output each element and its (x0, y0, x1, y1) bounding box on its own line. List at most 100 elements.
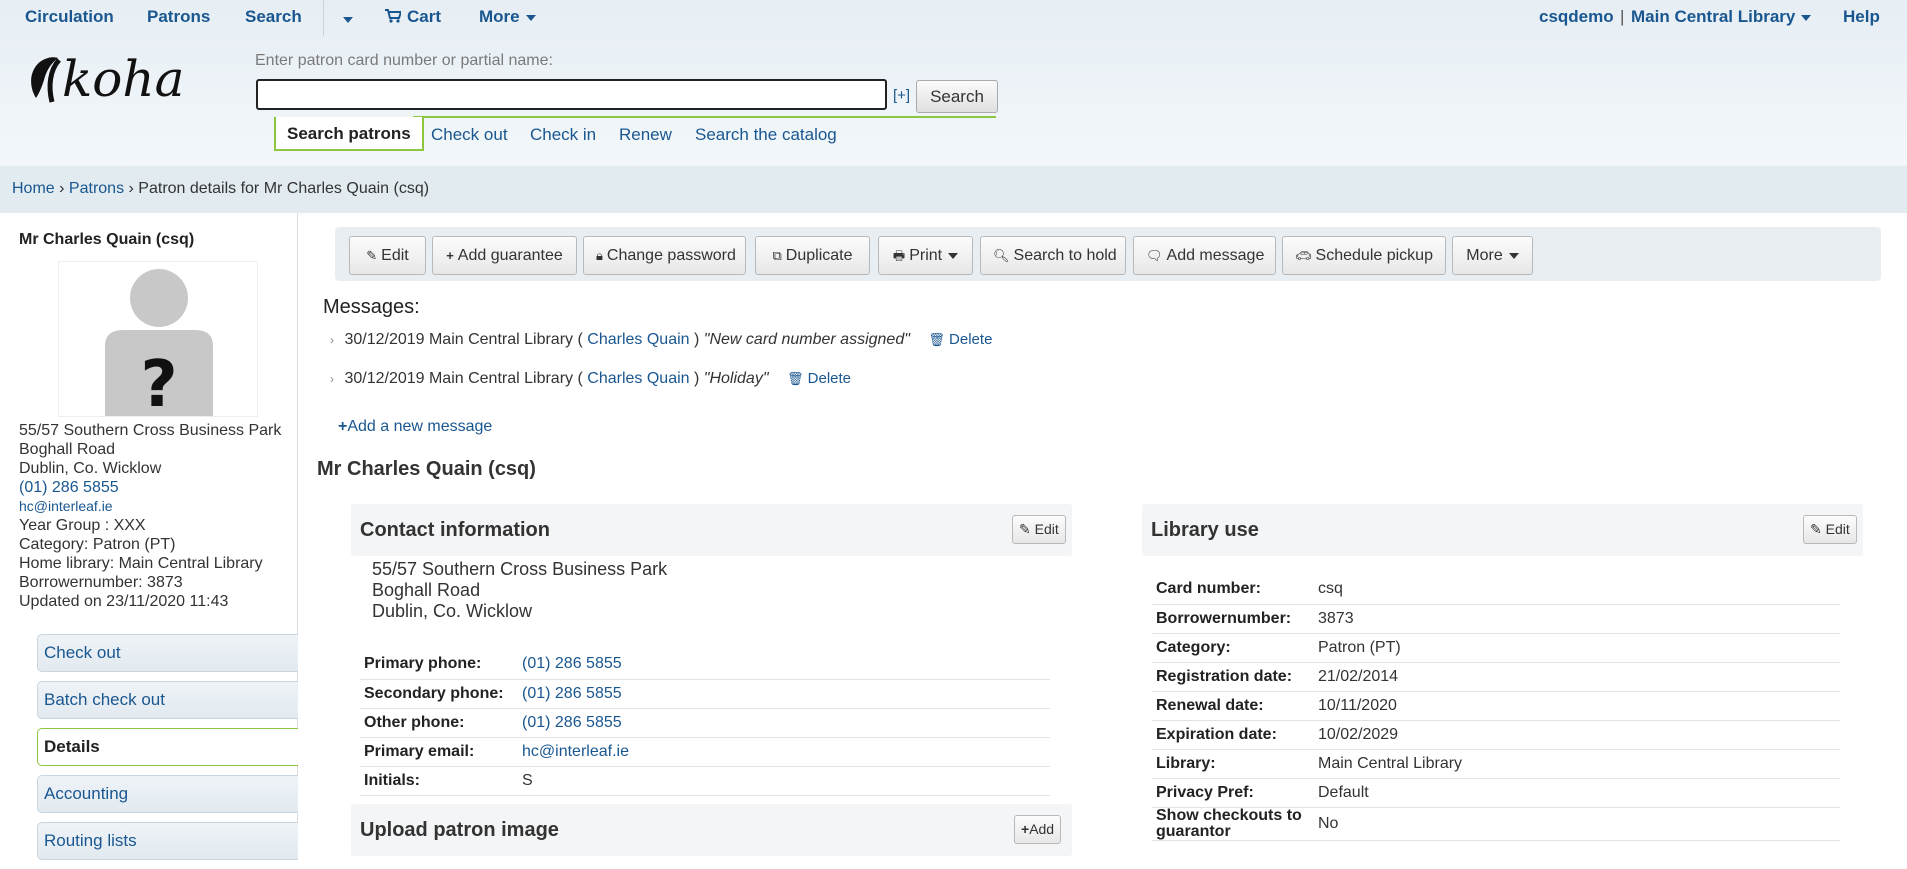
nav-circulation[interactable]: Circulation (25, 7, 114, 27)
duplicate-button[interactable]: ⧉ Duplicate (755, 236, 870, 275)
nav-patrons[interactable]: Patrons (147, 7, 210, 27)
add-guarantee-button[interactable]: + Add guarantee (432, 236, 577, 275)
change-password-button[interactable]: 🔒︎ Change password (583, 236, 746, 275)
nav-user[interactable]: csqdemo (1539, 7, 1614, 27)
messages-title: Messages: (323, 296, 420, 318)
table-row: Renewal date: 10/11/2020 (1152, 691, 1840, 721)
nav-cart[interactable]: Cart (385, 7, 441, 27)
pencil-icon: ✎ (1810, 521, 1822, 537)
print-button[interactable]: 🖶︎ Print (878, 236, 973, 275)
patron-search-input[interactable] (256, 79, 887, 110)
edit-contact-button[interactable]: ✎ Edit (1012, 515, 1066, 544)
tab-search-patrons[interactable]: Search patrons (274, 117, 424, 151)
sidemenu-details[interactable]: Details (37, 728, 298, 766)
sidemenu-routing-lists[interactable]: Routing lists (37, 822, 298, 860)
avatar[interactable]: ? (58, 261, 258, 417)
chevron-down-icon (1508, 252, 1519, 259)
nav-library[interactable]: Main Central Library (1631, 7, 1812, 27)
breadcrumb-home[interactable]: Home (12, 180, 55, 197)
edit-button[interactable]: ✎ Edit (349, 236, 426, 275)
contact-address-line: 55/57 Southern Cross Business Park (372, 559, 668, 579)
sidebar-updated: Updated on 23/11/2020 11:43 (19, 593, 229, 610)
library-use-header: Library use ✎ Edit (1142, 504, 1863, 556)
message-text: "Holiday" (703, 370, 769, 387)
breadcrumb: Home › Patrons › Patron details for Mr C… (0, 166, 1907, 213)
table-row: Primary email: hc@interleaf.ie (360, 737, 1050, 767)
trash-icon: 🗑︎ (786, 371, 804, 386)
delete-message-button[interactable]: 🗑︎ Delete (787, 370, 851, 387)
tab-check-in[interactable]: Check in (530, 125, 596, 145)
sidebar-email-link[interactable]: hc@interleaf.ie (19, 498, 113, 514)
cart-icon (385, 9, 403, 23)
table-row: Library: Main Central Library (1152, 749, 1840, 779)
library-use-key: Expiration date: (1152, 720, 1314, 750)
upload-image-title: Upload patron image (360, 819, 559, 841)
search-icon: 🔍︎ (993, 248, 1010, 263)
advanced-search-toggle[interactable]: [+] (893, 87, 910, 104)
chevron-down-icon (525, 14, 536, 21)
library-use-value: csq (1314, 575, 1840, 605)
table-row: Show checkouts to guarantor No (1152, 807, 1840, 841)
message-author-link[interactable]: Charles Quain (587, 370, 689, 387)
more-actions-button[interactable]: More (1452, 236, 1533, 275)
add-image-button[interactable]: +Add (1014, 815, 1062, 844)
svg-text:?: ? (140, 348, 177, 417)
library-use-key: Card number: (1152, 575, 1314, 605)
secondary-phone-link[interactable]: (01) 286 5855 (522, 685, 622, 702)
delete-message-button[interactable]: 🗑︎ Delete (928, 331, 992, 348)
breadcrumb-patrons[interactable]: Patrons (69, 180, 124, 197)
contact-address: 55/57 Southern Cross Business Park Bogha… (372, 559, 667, 622)
sidebar-phone-link[interactable]: (01) 286 5855 (19, 479, 119, 496)
library-use-table: Card number: csq Borrowernumber: 3873 Cate… (1152, 575, 1840, 841)
default-patron-image-icon: ? (105, 269, 213, 417)
sidebar-category: Category: Patron (PT) (19, 536, 176, 553)
tab-search-catalog[interactable]: Search the catalog (695, 125, 837, 145)
table-row: Registration date: 21/02/2014 (1152, 662, 1840, 692)
koha-logo[interactable]: koha (28, 50, 213, 112)
patron-search-button[interactable]: Search (916, 80, 998, 113)
copy-icon: ⧉ (772, 248, 782, 263)
nav-search-dropdown[interactable] (337, 9, 353, 29)
chevron-right-icon: › (330, 372, 334, 386)
library-use-value: 10/02/2029 (1314, 720, 1840, 750)
search-to-hold-button[interactable]: 🔍︎ Search to hold (980, 236, 1126, 275)
nav-search[interactable]: Search (245, 7, 302, 27)
tab-check-out[interactable]: Check out (431, 125, 508, 145)
nav-more[interactable]: More (479, 7, 536, 27)
message-author-link[interactable]: Charles Quain (587, 331, 689, 348)
add-new-message-link[interactable]: +Add a new message (338, 418, 492, 436)
header: Circulation Patrons Search Cart More csq… (0, 0, 1907, 166)
contact-key: Secondary phone: (360, 679, 518, 709)
printer-icon: 🖶︎ (892, 248, 906, 263)
svg-text:koha: koha (62, 52, 184, 108)
sidemenu-batch-check-out[interactable]: Batch check out (37, 681, 298, 719)
lock-icon: 🔒︎ (596, 248, 603, 263)
breadcrumb-separator: › (128, 180, 134, 197)
sidebar-patron-info: 55/57 Southern Cross Business Park Bogha… (19, 421, 281, 611)
table-row: Privacy Pref: Default (1152, 778, 1840, 808)
plus-icon: + (1021, 821, 1030, 837)
contact-key: Primary phone: (360, 650, 518, 680)
contact-address-line: Boghall Road (372, 580, 481, 600)
primary-email-link[interactable]: hc@interleaf.ie (522, 743, 629, 760)
patron-toolbar: ✎ Edit + Add guarantee 🔒︎ Change password ⧉… (335, 227, 1881, 281)
nav-help[interactable]: Help (1843, 7, 1880, 27)
contact-address-line: Dublin, Co. Wicklow (372, 601, 533, 621)
edit-library-use-button[interactable]: ✎ Edit (1803, 515, 1857, 544)
chevron-right-icon: › (330, 333, 334, 347)
message-item: › 30/12/2019 Main Central Library ( Char… (330, 331, 993, 348)
other-phone-link[interactable]: (01) 286 5855 (522, 714, 622, 731)
sidemenu-accounting[interactable]: Accounting (37, 775, 298, 813)
top-navigation: Circulation Patrons Search Cart More csq… (0, 0, 1907, 36)
library-use-key: Library: (1152, 749, 1314, 779)
library-use-value: Main Central Library (1314, 749, 1840, 779)
schedule-pickup-button[interactable]: 🚗︎ Schedule pickup (1282, 236, 1446, 275)
tab-renew[interactable]: Renew (619, 125, 672, 145)
nav-divider-text: | (1620, 7, 1625, 26)
table-row: Secondary phone: (01) 286 5855 (360, 679, 1050, 709)
add-message-button[interactable]: 🗨︎ Add message (1133, 236, 1276, 275)
library-use-value: 10/11/2020 (1314, 691, 1840, 721)
primary-phone-link[interactable]: (01) 286 5855 (522, 655, 622, 672)
breadcrumb-separator: › (59, 180, 65, 197)
sidemenu-check-out[interactable]: Check out (37, 634, 298, 672)
